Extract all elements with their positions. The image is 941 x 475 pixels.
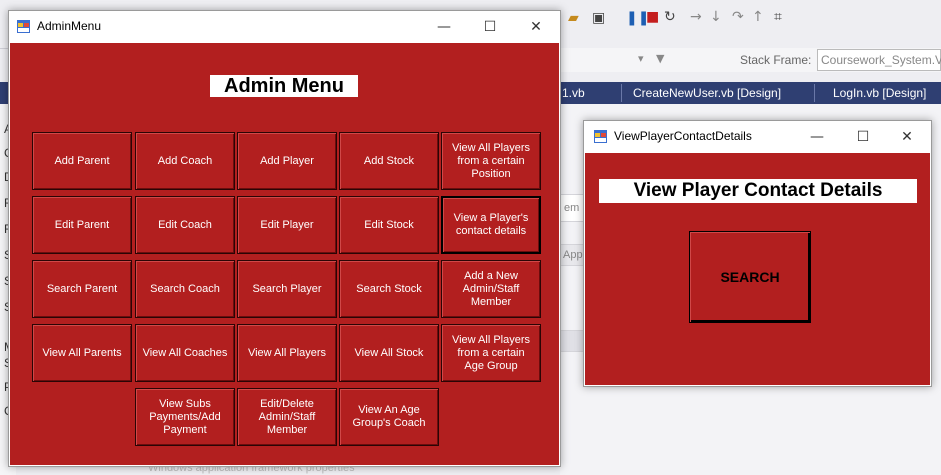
maximize-button[interactable]: ☐ xyxy=(467,11,513,43)
contact-details-title: ViewPlayerContactDetails xyxy=(614,129,752,143)
stop-icon[interactable]: ■ xyxy=(646,9,659,25)
button-label: View An Age Group's Coach xyxy=(352,404,426,429)
ghost-field-text: App xyxy=(563,249,583,261)
filter-icon[interactable]: ▼ xyxy=(656,52,664,65)
tab-separator xyxy=(621,84,622,102)
step-out-icon[interactable]: ↑ xyxy=(752,9,764,25)
step-over-icon[interactable]: ↷ xyxy=(732,9,744,25)
contact-details-titlebar[interactable]: ViewPlayerContactDetails — ☐ ✕ xyxy=(584,121,931,153)
add-stock-button[interactable]: Add Stock xyxy=(339,132,439,190)
button-label: Search Player xyxy=(252,282,322,295)
admin-menu-window: AdminMenu — ☐ ✕ Admin Menu Add Parent Ad… xyxy=(8,10,561,467)
hex-display-icon[interactable]: ⌗ xyxy=(774,9,782,25)
window-icon[interactable]: ▣ xyxy=(592,10,605,26)
button-label: Add Coach xyxy=(157,154,213,167)
button-label: Search Coach xyxy=(150,282,220,295)
add-player-button[interactable]: Add Player xyxy=(237,132,337,190)
form-app-icon xyxy=(594,130,607,143)
button-label: Add a New Admin/Staff Member xyxy=(462,269,520,308)
minimize-button[interactable]: — xyxy=(421,11,467,43)
debug-toolbar: ▰ ▣ ❚❚ ■ ↻ → ↓ ↷ ↑ ⌗ xyxy=(560,0,941,44)
tab-login[interactable]: LogIn.vb [Design] xyxy=(833,84,926,102)
tab-separator xyxy=(814,84,815,102)
minimize-button[interactable]: — xyxy=(794,121,840,153)
stack-frame-value: Coursework_System.Vie xyxy=(821,53,941,67)
add-parent-button[interactable]: Add Parent xyxy=(32,132,132,190)
view-players-by-age-group-button[interactable]: View All Players from a certain Age Grou… xyxy=(441,324,541,382)
search-coach-button[interactable]: Search Coach xyxy=(135,260,235,318)
edit-player-button[interactable]: Edit Player xyxy=(237,196,337,254)
button-label: Edit Player xyxy=(260,218,314,231)
view-subs-payments-button[interactable]: View Subs Payments/Add Payment xyxy=(135,388,235,446)
stack-frame-dropdown-icon[interactable]: ▾ xyxy=(638,52,644,65)
button-label: Add Stock xyxy=(363,154,415,167)
step-into-icon[interactable]: ↓ xyxy=(710,9,722,25)
button-label: View All Players from a certain Age Grou… xyxy=(451,333,531,372)
ghost-field-text: em xyxy=(564,202,580,214)
add-coach-button[interactable]: Add Coach xyxy=(135,132,235,190)
view-age-group-coach-button[interactable]: View An Age Group's Coach xyxy=(339,388,439,446)
button-label: Edit Stock xyxy=(364,218,414,231)
admin-menu-title: AdminMenu xyxy=(37,19,102,33)
button-label: View Subs Payments/Add Payment xyxy=(149,397,221,436)
button-label: Edit Coach xyxy=(158,218,212,231)
show-next-statement-icon[interactable]: → xyxy=(690,9,702,25)
view-players-by-position-button[interactable]: View All Players from a certain Position xyxy=(441,132,541,190)
contact-details-heading: View Player Contact Details xyxy=(599,179,917,203)
button-label: View a Player's contact details xyxy=(453,212,529,237)
contact-details-window: ViewPlayerContactDetails — ☐ ✕ View Play… xyxy=(583,120,932,387)
contact-details-form: View Player Contact Details SEARCH xyxy=(585,153,930,385)
button-label: Add Player xyxy=(260,154,314,167)
button-label: Search Stock xyxy=(356,282,422,295)
view-player-contact-details-button[interactable]: View a Player's contact details xyxy=(441,196,541,254)
stack-frame-select[interactable]: Coursework_System.Vie xyxy=(817,49,941,71)
view-all-stock-button[interactable]: View All Stock xyxy=(339,324,439,382)
button-label: View All Stock xyxy=(354,346,424,359)
button-label: Edit/Delete Admin/Staff Member xyxy=(258,397,316,436)
search-button[interactable]: SEARCH xyxy=(689,231,811,323)
button-label: View All Coaches xyxy=(142,346,228,359)
edit-coach-button[interactable]: Edit Coach xyxy=(135,196,235,254)
tab-create-new-user[interactable]: CreateNewUser.vb [Design] xyxy=(633,84,781,102)
button-label: Edit Parent xyxy=(54,218,110,231)
button-label: Add Parent xyxy=(54,154,110,167)
stack-frame-label: Stack Frame: xyxy=(740,53,812,67)
view-all-players-button[interactable]: View All Players xyxy=(237,324,337,382)
edit-parent-button[interactable]: Edit Parent xyxy=(32,196,132,254)
form-app-icon xyxy=(17,20,30,33)
edit-stock-button[interactable]: Edit Stock xyxy=(339,196,439,254)
search-parent-button[interactable]: Search Parent xyxy=(32,260,132,318)
admin-menu-titlebar[interactable]: AdminMenu — ☐ ✕ xyxy=(9,11,560,43)
admin-menu-form: Admin Menu Add Parent Add Coach Add Play… xyxy=(10,43,559,465)
admin-menu-heading: Admin Menu xyxy=(210,75,358,97)
search-player-button[interactable]: Search Player xyxy=(237,260,337,318)
button-label: Search Parent xyxy=(46,282,118,295)
close-button[interactable]: ✕ xyxy=(513,11,559,43)
close-button[interactable]: ✕ xyxy=(884,121,930,153)
view-all-parents-button[interactable]: View All Parents xyxy=(32,324,132,382)
button-label: View All Players from a certain Position xyxy=(451,141,531,180)
maximize-button[interactable]: ☐ xyxy=(840,121,886,153)
search-button-label: SEARCH xyxy=(720,269,780,285)
restart-icon[interactable]: ↻ xyxy=(664,9,676,25)
button-label: View All Players xyxy=(247,346,327,359)
tab-vb[interactable]: 1.vb xyxy=(562,84,585,102)
edit-delete-admin-staff-button[interactable]: Edit/Delete Admin/Staff Member xyxy=(237,388,337,446)
folder-icon[interactable]: ▰ xyxy=(568,10,579,26)
view-all-coaches-button[interactable]: View All Coaches xyxy=(135,324,235,382)
search-stock-button[interactable]: Search Stock xyxy=(339,260,439,318)
button-label: View All Parents xyxy=(42,346,122,359)
add-admin-staff-member-button[interactable]: Add a New Admin/Staff Member xyxy=(441,260,541,318)
